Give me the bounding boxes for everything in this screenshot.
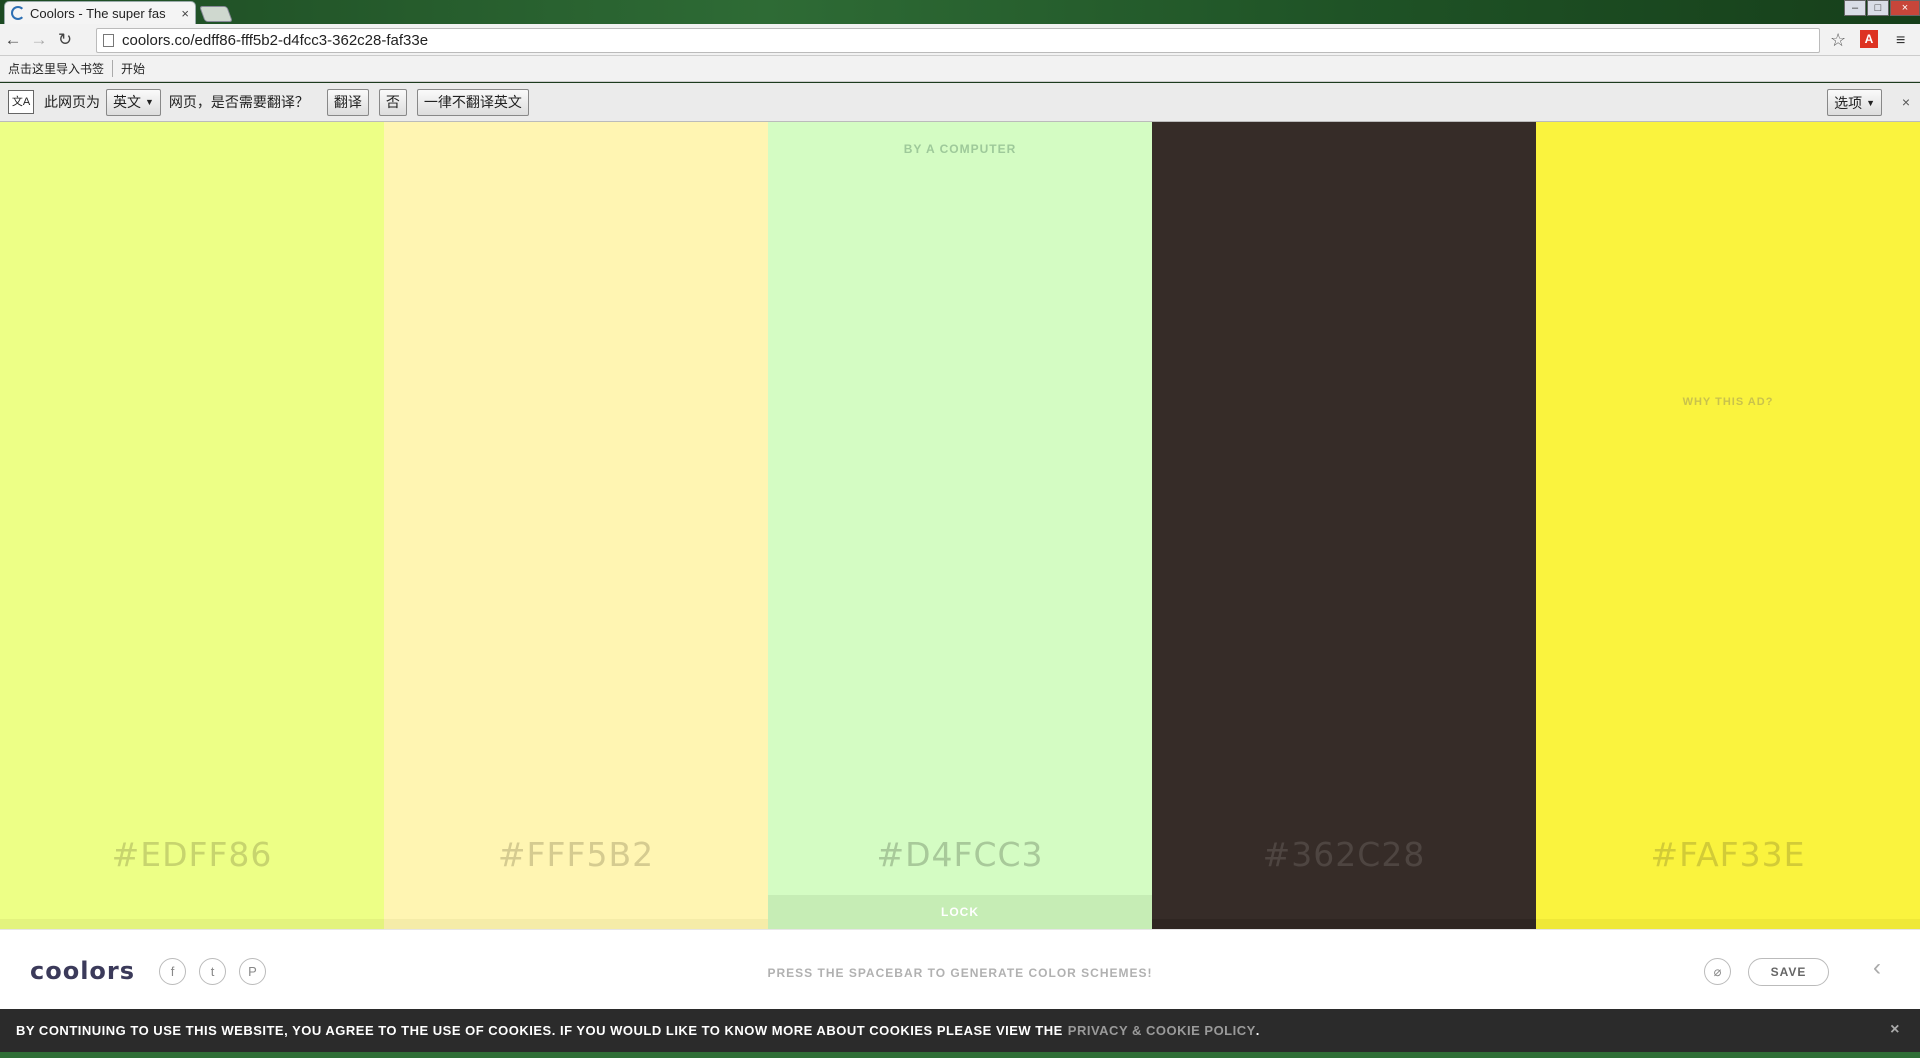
color-strip xyxy=(1536,919,1920,929)
browser-toolbar: ← → ↻ coolors.co/edff86-fff5b2-d4fcc3-36… xyxy=(0,24,1920,56)
never-translate-button[interactable]: 一律不翻译英文 xyxy=(416,88,529,116)
cookie-suffix: . xyxy=(1255,1023,1260,1038)
color-hex-label[interactable]: #362C28 xyxy=(1152,835,1536,874)
translate-icon: 文A xyxy=(8,90,34,114)
language-value: 英文 xyxy=(113,94,141,110)
cookie-text: BY CONTINUING TO USE THIS WEBSITE, YOU A… xyxy=(16,1023,1063,1038)
bookmark-star-icon[interactable]: ☆ xyxy=(1830,30,1846,51)
adjust-palette-icon[interactable]: ⌀ xyxy=(1704,958,1731,985)
forward-button[interactable]: → xyxy=(26,30,52,50)
color-strip xyxy=(384,919,768,929)
caret-down-icon: ▼ xyxy=(145,97,154,107)
back-button[interactable]: ← xyxy=(0,30,26,50)
color-hex-label[interactable]: #FFF5B2 xyxy=(384,835,768,874)
save-button[interactable]: SAVE xyxy=(1748,958,1829,986)
window-titlebar: Coolors - The super fas × – □ × xyxy=(0,0,1920,24)
browser-menu-icon[interactable]: ≡ xyxy=(1896,32,1905,50)
ad-label: BY A COMPUTER xyxy=(903,142,1017,156)
new-tab-button[interactable] xyxy=(199,6,233,22)
screen: Coolors - The super fas × – □ × ← → ↻ co… xyxy=(0,0,1920,1058)
lock-button[interactable]: LOCK xyxy=(768,895,1152,929)
no-translate-button[interactable]: 否 xyxy=(378,88,407,116)
maximize-button[interactable]: □ xyxy=(1867,0,1889,16)
tab-close-icon[interactable]: × xyxy=(181,6,189,21)
chevron-left-icon[interactable]: ‹ xyxy=(1873,954,1881,982)
color-hex-label[interactable]: #FAF33E xyxy=(1536,835,1920,874)
bookmark-import[interactable]: 点击这里导入书签 xyxy=(0,60,112,77)
os-taskbar xyxy=(0,1052,1920,1058)
color-palette: #EDFF86 #FFF5B2 BY A COMPUTER #D4FCC3 LOCK #3… xyxy=(0,122,1920,929)
translate-options-button[interactable]: 选项 ▼ xyxy=(1827,89,1882,116)
color-column-2[interactable]: #FFF5B2 xyxy=(384,122,768,929)
privacy-policy-link[interactable]: PRIVACY & COOKIE POLICY xyxy=(1068,1023,1256,1038)
color-column-3[interactable]: BY A COMPUTER #D4FCC3 LOCK xyxy=(768,122,1152,929)
coolors-favicon-icon xyxy=(11,6,25,20)
caret-down-icon: ▼ xyxy=(1866,97,1875,108)
color-strip xyxy=(0,919,384,929)
address-bar[interactable]: coolors.co/edff86-fff5b2-d4fcc3-362c28-f… xyxy=(96,28,1820,53)
translate-button[interactable]: 翻译 xyxy=(326,88,369,116)
color-hex-label[interactable]: #D4FCC3 xyxy=(768,835,1152,874)
color-column-5[interactable]: WHY THIS AD? #FAF33E xyxy=(1536,122,1920,929)
color-column-4[interactable]: #362C28 xyxy=(1152,122,1536,929)
bookmarks-bar: 点击这里导入书签 开始 xyxy=(0,56,1920,82)
spacebar-hint: PRESS THE SPACEBAR TO GENERATE COLOR SCH… xyxy=(767,966,1153,980)
translate-close-icon[interactable]: × xyxy=(1902,94,1910,110)
cookie-banner: BY CONTINUING TO USE THIS WEBSITE, YOU A… xyxy=(0,1009,1920,1052)
browser-tab[interactable]: Coolors - The super fas × xyxy=(4,1,196,24)
page-icon xyxy=(103,34,114,47)
options-label: 选项 xyxy=(1834,94,1863,111)
close-window-button[interactable]: × xyxy=(1890,0,1920,16)
color-hex-label[interactable]: #EDFF86 xyxy=(0,835,384,874)
translate-prefix: 此网页为 xyxy=(44,94,100,110)
cookie-close-icon[interactable]: × xyxy=(1890,1021,1900,1039)
tab-title: Coolors - The super fas xyxy=(30,5,166,21)
window-controls: – □ × xyxy=(1844,0,1920,16)
extension-icon[interactable]: A xyxy=(1860,30,1878,48)
footer-bar: coolors f t P PRESS THE SPACEBAR TO GENE… xyxy=(0,929,1920,1009)
translate-bar: 文A 此网页为 英文 ▼ 网页，是否需要翻译？ 翻译 否 一律不翻译英文 选项 … xyxy=(0,83,1920,122)
reload-button[interactable]: ↻ xyxy=(52,30,78,50)
url-text[interactable]: coolors.co/edff86-fff5b2-d4fcc3-362c28-f… xyxy=(122,32,428,49)
language-select[interactable]: 英文 ▼ xyxy=(106,88,161,116)
minimize-button[interactable]: – xyxy=(1844,0,1866,16)
color-strip xyxy=(1152,919,1536,929)
color-column-1[interactable]: #EDFF86 xyxy=(0,122,384,929)
bookmark-start[interactable]: 开始 xyxy=(112,60,153,77)
translate-question: 网页，是否需要翻译？ xyxy=(168,94,309,110)
why-this-ad-link[interactable]: WHY THIS AD? xyxy=(1536,396,1920,408)
